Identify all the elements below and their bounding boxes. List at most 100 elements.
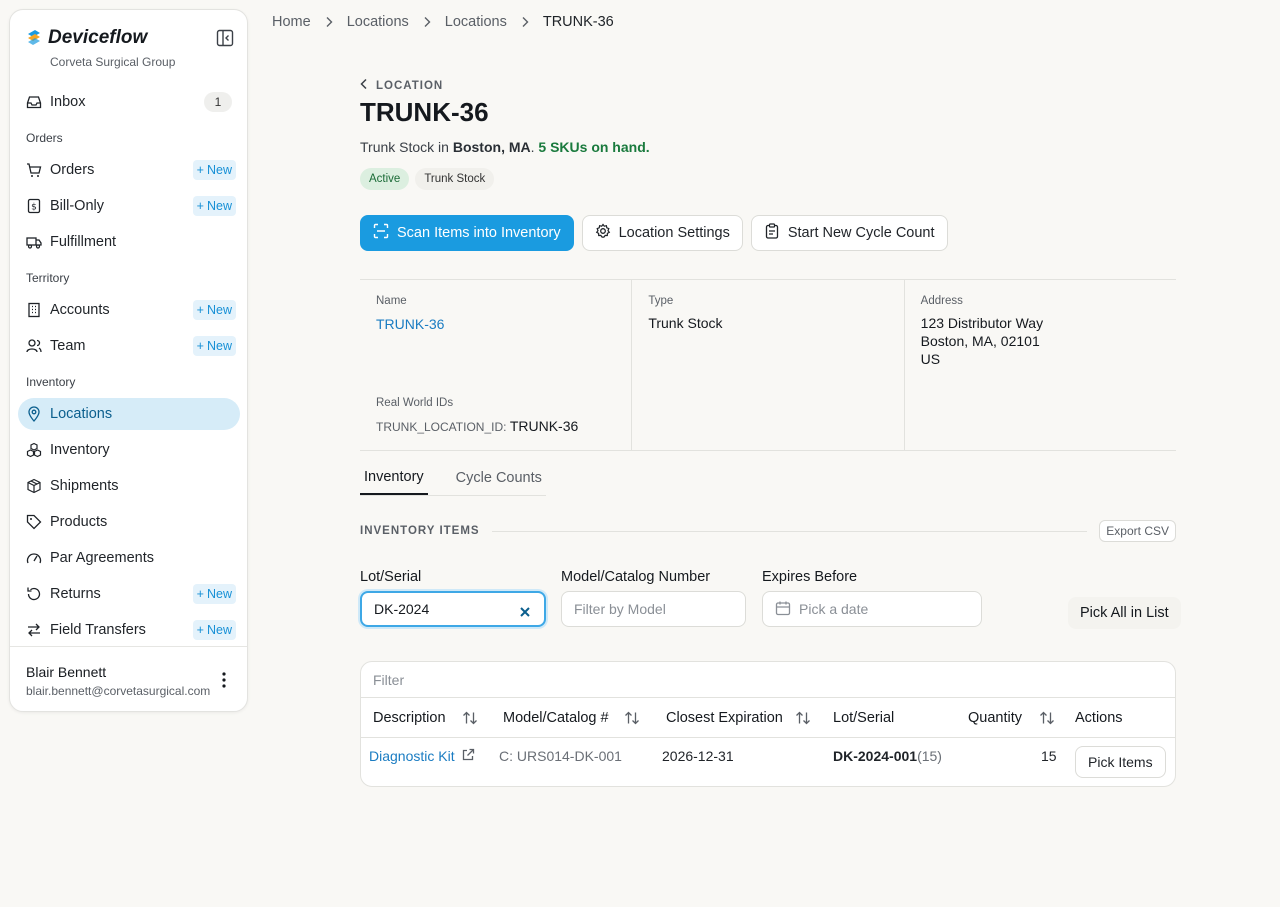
- start-cycle-count-button[interactable]: Start New Cycle Count: [750, 215, 948, 251]
- location-summary: Trunk Stock in Boston, MA. 5 SKUs on han…: [360, 139, 650, 155]
- tab-cycle-counts[interactable]: Cycle Counts: [452, 460, 546, 495]
- org-name: Corveta Surgical Group: [50, 55, 176, 69]
- tag-icon: [26, 514, 42, 530]
- sidebar-item-field-transfers[interactable]: Field Transfers + New: [18, 614, 240, 646]
- inbox-icon: [26, 94, 42, 110]
- sidebar-item-label: Team: [50, 338, 86, 354]
- new-account-button[interactable]: + New: [192, 300, 236, 320]
- boxes-icon: [26, 442, 42, 458]
- breadcrumb-locations[interactable]: Locations: [347, 14, 409, 30]
- sidebar-item-label: Par Agreements: [50, 550, 154, 566]
- column-description[interactable]: Description: [373, 698, 446, 738]
- sidebar-item-label: Fulfillment: [50, 234, 117, 250]
- sidebar-item-shipments[interactable]: Shipments: [18, 470, 240, 502]
- sidebar: Deviceflow Corveta Surgical Group Inbox …: [9, 9, 248, 712]
- tab-bar: Inventory Cycle Counts: [360, 460, 546, 496]
- rotate-ccw-icon: [26, 586, 42, 602]
- inbox-count-badge: 1: [204, 92, 232, 112]
- sidebar-item-products[interactable]: Products: [18, 506, 240, 538]
- sort-icon[interactable]: [624, 711, 640, 729]
- map-pin-icon: [26, 406, 42, 422]
- chevron-right-icon: [423, 16, 431, 28]
- product-link[interactable]: Diagnostic Kit: [369, 738, 475, 774]
- lot-serial-input[interactable]: DK-2024: [360, 591, 546, 627]
- close-icon[interactable]: [520, 604, 530, 620]
- lot-cell: DK-2024-001 (15): [833, 748, 942, 764]
- detail-type: Type Trunk Stock: [632, 280, 905, 450]
- sidebar-item-label: Returns: [50, 586, 101, 602]
- sidebar-item-label: Bill-Only: [50, 198, 104, 214]
- model-cell: C: URS014-DK-001: [499, 748, 622, 764]
- detail-name: Name TRUNK-36 Real World IDs TRUNK_LOCAT…: [360, 280, 633, 450]
- sort-icon[interactable]: [795, 711, 811, 729]
- section-label-territory: Territory: [26, 271, 70, 285]
- date-picker-input[interactable]: Pick a date: [762, 591, 982, 627]
- more-vertical-icon[interactable]: [216, 671, 232, 689]
- status-badges: Active Trunk Stock: [360, 168, 495, 190]
- column-quantity[interactable]: Quantity: [968, 698, 1022, 738]
- sidebar-item-bill-only[interactable]: $ Bill-Only + New: [18, 190, 240, 222]
- plus-icon: +: [196, 163, 204, 177]
- type-badge: Trunk Stock: [415, 168, 495, 190]
- user-menu[interactable]: Blair Bennett blair.bennett@corvetasurgi…: [10, 646, 247, 712]
- column-model[interactable]: Model/Catalog #: [503, 698, 609, 738]
- table-filter-input[interactable]: Filter: [361, 662, 1175, 698]
- new-return-button[interactable]: + New: [192, 584, 236, 604]
- package-icon: [26, 478, 42, 494]
- new-field-transfer-button[interactable]: + New: [192, 620, 236, 640]
- brand[interactable]: Deviceflow: [26, 27, 147, 49]
- new-team-button[interactable]: + New: [192, 336, 236, 356]
- pick-all-button[interactable]: Pick All in List: [1068, 597, 1181, 629]
- tab-inventory[interactable]: Inventory: [360, 460, 428, 495]
- page-title: TRUNK-36: [360, 97, 489, 127]
- new-bill-only-button[interactable]: + New: [192, 196, 236, 216]
- new-order-button[interactable]: + New: [192, 160, 236, 180]
- back-to-locations-link[interactable]: LOCATION: [360, 78, 443, 93]
- gear-icon: [595, 223, 611, 243]
- deviceflow-logo-icon: [26, 29, 42, 48]
- sidebar-item-returns[interactable]: Returns + New: [18, 578, 240, 610]
- scan-items-button[interactable]: Scan Items into Inventory: [360, 215, 574, 251]
- sidebar-item-orders[interactable]: Orders + New: [18, 154, 240, 186]
- sidebar-item-accounts[interactable]: Accounts + New: [18, 294, 240, 326]
- sort-icon[interactable]: [462, 711, 478, 729]
- sidebar-item-team[interactable]: Team + New: [18, 330, 240, 362]
- detail-address: Address 123 Distributor Way Boston, MA, …: [920, 295, 1044, 367]
- chevron-right-icon: [325, 16, 333, 28]
- location-settings-button[interactable]: Location Settings: [581, 215, 743, 251]
- table-row: Diagnostic Kit C: URS014-DK-001 2026-12-…: [361, 738, 1175, 786]
- export-csv-button[interactable]: Export CSV: [1099, 520, 1176, 542]
- breadcrumb-locations-list[interactable]: Locations: [445, 14, 507, 30]
- column-expiration[interactable]: Closest Expiration: [666, 698, 783, 738]
- sidebar-item-fulfillment[interactable]: Fulfillment: [18, 226, 240, 258]
- column-lot-serial: Lot/Serial: [833, 710, 895, 726]
- sidebar-item-locations[interactable]: Locations: [18, 398, 240, 430]
- quantity-cell: 15: [1041, 748, 1057, 764]
- column-actions: Actions: [1075, 710, 1123, 726]
- sort-icon[interactable]: [1039, 711, 1055, 729]
- model-filter: Model/Catalog Number Filter by Model: [561, 569, 746, 627]
- sidebar-item-inbox[interactable]: Inbox 1: [18, 86, 240, 118]
- breadcrumb-home[interactable]: Home: [272, 14, 311, 30]
- expiration-cell: 2026-12-31: [662, 748, 734, 764]
- sidebar-item-inventory[interactable]: Inventory: [18, 434, 240, 466]
- sidebar-item-label: Shipments: [50, 478, 119, 494]
- sidebar-item-label: Products: [50, 514, 108, 530]
- sidebar-collapse-icon[interactable]: [216, 29, 234, 47]
- section-label-inventory: Inventory: [26, 375, 76, 389]
- external-link-icon: [461, 748, 475, 765]
- pick-items-button[interactable]: Pick Items: [1075, 746, 1166, 778]
- clipboard-icon: [764, 223, 780, 243]
- app-name: Deviceflow: [48, 27, 148, 48]
- plus-icon: +: [196, 199, 204, 213]
- user-name: Blair Bennett: [26, 664, 107, 680]
- location-details: Name TRUNK-36 Real World IDs TRUNK_LOCAT…: [360, 279, 1176, 451]
- sidebar-item-par-agreements[interactable]: Par Agreements: [18, 542, 240, 574]
- model-input[interactable]: Filter by Model: [561, 591, 746, 627]
- divider: [491, 530, 1088, 532]
- section-title: INVENTORY ITEMS: [360, 525, 480, 537]
- plus-icon: +: [196, 587, 204, 601]
- arrows-transfer-icon: [26, 622, 42, 638]
- location-name-link[interactable]: TRUNK-36: [376, 315, 444, 333]
- action-bar: Scan Items into Inventory Location Setti…: [360, 215, 948, 251]
